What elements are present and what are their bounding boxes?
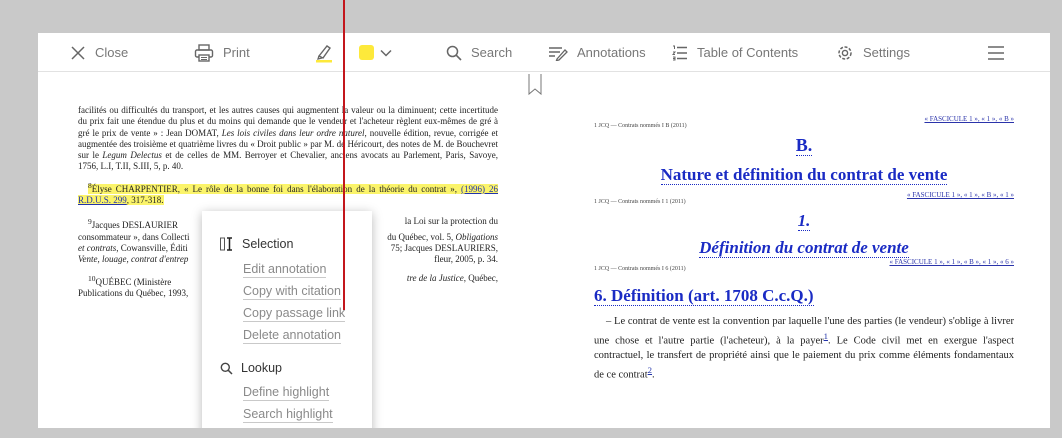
body-paragraph: – Le contrat de vente est la convention … [594, 316, 1014, 380]
page-header: 1 JCQ — Contrats nommés I 6 (2011) [594, 266, 686, 272]
printer-icon [194, 43, 214, 62]
list-icon [672, 45, 687, 60]
footnote-7-continuation: facilités ou difficultés du transport, e… [78, 105, 498, 172]
search-label: Search [471, 45, 513, 60]
highlighter-button[interactable] [314, 33, 334, 72]
xref-link[interactable]: « FASCICULE 1 », « 1 », « B », « 1 », « … [594, 258, 1014, 266]
context-menu: Selection Edit annotation Copy with cita… [202, 211, 372, 428]
page-header: 1 JCQ — Contrats nommés I 1 (2011) [594, 199, 686, 205]
right-page: « FASCICULE 1 », « 1 », « B » 1 JCQ — Co… [594, 105, 1014, 382]
close-icon [71, 45, 85, 60]
annotations-label: Annotations [577, 45, 646, 60]
table-of-contents-label: Table of Contents [697, 45, 799, 60]
search-button[interactable]: Search [446, 33, 512, 72]
section-heading: B. [795, 135, 813, 156]
gear-icon [838, 45, 852, 60]
edit-annotation-item[interactable]: Edit annotation [243, 262, 327, 278]
xref-link[interactable]: « FASCICULE 1 », « 1 », « B », « 1 » [594, 191, 1014, 199]
section-title: Nature et définition du contrat de vente [660, 165, 948, 185]
selection-header: Selection [220, 237, 293, 251]
footnote-8[interactable]: 8Élyse CHARPENTIER, « Le rôle de la bonn… [78, 180, 499, 207]
annotations-icon [549, 46, 568, 61]
subsection-title: Définition du contrat de vente [699, 238, 909, 258]
search-icon [446, 45, 462, 61]
search-highlight-item[interactable]: Search highlight [243, 407, 333, 423]
article-heading: 6. Définition (art. 1708 C.c.Q.) [594, 286, 814, 306]
settings-label: Settings [863, 45, 910, 60]
highlight-color-picker[interactable] [359, 33, 392, 72]
page-header: 1 JCQ — Contrats nommés I B (2011) [594, 123, 687, 129]
reader-window: Close Print Search Annotations Table of … [38, 33, 1050, 428]
menu-button[interactable] [988, 33, 1004, 72]
toolbar: Close Print Search Annotations Table of … [38, 33, 1050, 72]
copy-with-citation-item[interactable]: Copy with citation [243, 284, 341, 300]
close-label: Close [95, 45, 129, 60]
search-icon [220, 362, 233, 375]
highlighter-icon [316, 44, 332, 62]
hamburger-icon [988, 45, 1004, 60]
chevron-down-icon [380, 49, 392, 57]
xref-link[interactable]: « FASCICULE 1 », « 1 », « B » [594, 115, 1014, 123]
copy-passage-link-item[interactable]: Copy passage link [243, 306, 346, 322]
define-highlight-item[interactable]: Define highlight [243, 385, 330, 401]
table-of-contents-button[interactable]: Table of Contents [672, 33, 798, 72]
annotations-button[interactable]: Annotations [548, 33, 646, 72]
delete-annotation-item[interactable]: Delete annotation [243, 328, 341, 344]
print-button[interactable]: Print [194, 33, 250, 72]
text-cursor-icon [220, 237, 232, 251]
print-label: Print [223, 45, 250, 60]
lookup-header: Lookup [220, 361, 282, 375]
red-indicator-line [343, 0, 345, 310]
bookmark-icon[interactable] [528, 74, 542, 96]
close-button[interactable]: Close [70, 33, 128, 72]
settings-button[interactable]: Settings [836, 33, 910, 72]
color-swatch [359, 45, 374, 60]
subsection-number: 1. [797, 211, 811, 231]
